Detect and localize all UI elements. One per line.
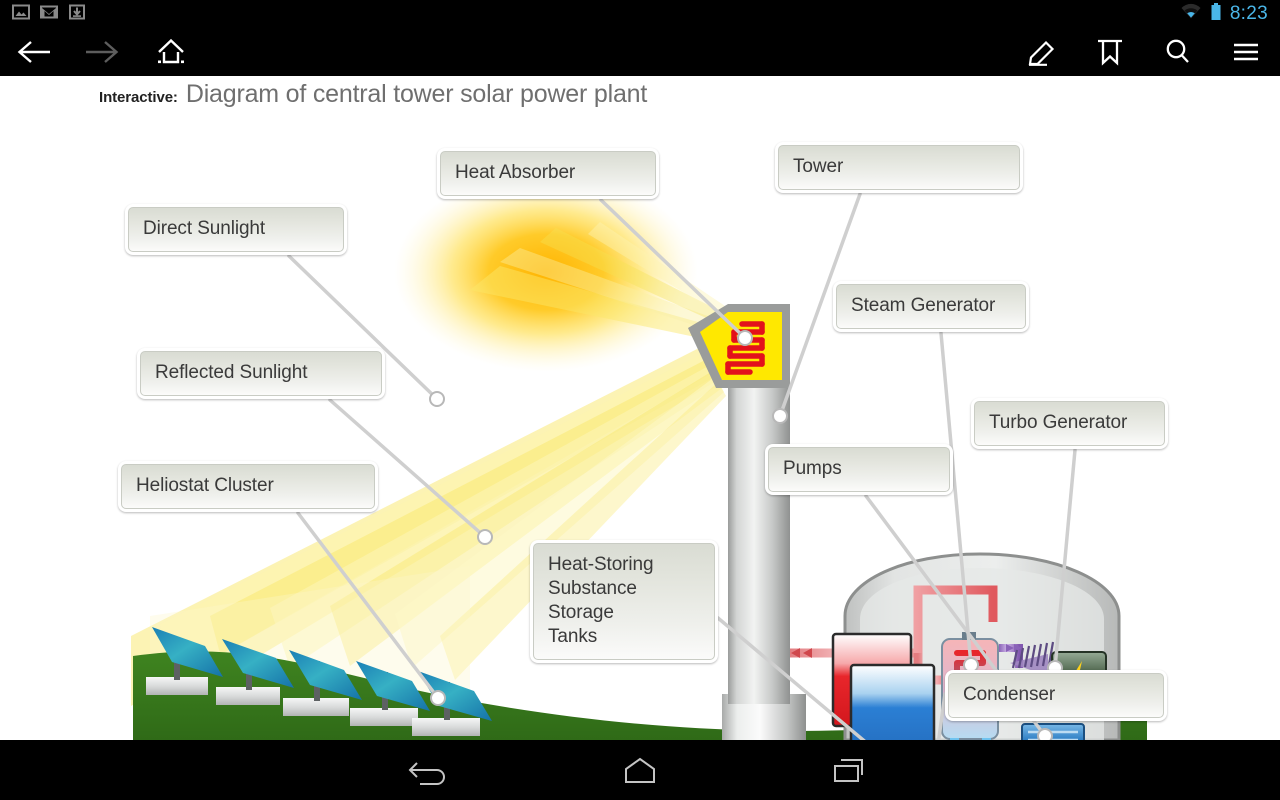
home-button[interactable] (136, 28, 206, 76)
endpoint-direct-sunlight (429, 391, 445, 407)
endpoint-heliostat (430, 690, 446, 706)
page-content: Interactive: Diagram of central tower so… (0, 76, 1280, 740)
callout-steam-generator[interactable]: Steam Generator (833, 281, 1029, 332)
endpoint-tower (772, 408, 788, 424)
back-button[interactable] (0, 28, 68, 76)
callout-tower-label: Tower (778, 145, 1020, 190)
gmail-icon (40, 3, 58, 26)
callout-heat-absorber[interactable]: Heat Absorber (437, 148, 659, 199)
endpoint-pumps (1037, 728, 1053, 740)
callout-heat-storing-tanks-label: Heat-Storing Substance Storage Tanks (533, 543, 715, 660)
callout-pumps[interactable]: Pumps (765, 444, 953, 495)
callout-pumps-label: Pumps (768, 447, 950, 492)
callout-turbo-generator[interactable]: Turbo Generator (971, 398, 1168, 449)
nav-home-button[interactable] (535, 740, 745, 800)
menu-button[interactable] (1212, 28, 1280, 76)
android-browser-screen: 8:23 Interactive: Diagram of central tow… (0, 0, 1280, 800)
callout-condenser[interactable]: Condenser (945, 670, 1167, 721)
wifi-icon (1180, 3, 1202, 26)
status-bar-system: 8:23 (1180, 2, 1280, 27)
callout-heat-absorber-label: Heat Absorber (440, 151, 656, 196)
bookmark-button[interactable] (1076, 28, 1144, 76)
android-navigation-bar (0, 740, 1280, 800)
gallery-icon (12, 3, 30, 26)
solar-plant-diagram[interactable]: Heat Absorber Tower Direct Sunlight Stea… (0, 76, 1280, 740)
callout-turbo-generator-label: Turbo Generator (974, 401, 1165, 446)
cold-storage-tank (849, 663, 936, 740)
callout-reflected-sunlight-label: Reflected Sunlight (140, 351, 382, 396)
condenser-unit (1021, 723, 1085, 740)
callout-heat-storing-tanks[interactable]: Heat-Storing Substance Storage Tanks (530, 540, 718, 663)
edit-button[interactable] (1008, 28, 1076, 76)
callout-heliostat-cluster[interactable]: Heliostat Cluster (118, 461, 378, 512)
browser-toolbar (0, 28, 1280, 76)
endpoint-reflected-sunlight (477, 529, 493, 545)
status-bar-clock: 8:23 (1229, 3, 1268, 24)
callout-tower[interactable]: Tower (775, 142, 1023, 193)
status-bar-notifications (0, 3, 86, 26)
callout-direct-sunlight[interactable]: Direct Sunlight (125, 204, 347, 255)
navigation-controls (0, 28, 206, 76)
nav-recents-button[interactable] (745, 740, 955, 800)
status-bar: 8:23 (0, 0, 1280, 28)
endpoint-heat-absorber (737, 330, 753, 346)
battery-icon (1210, 2, 1222, 27)
nav-back-button[interactable] (325, 740, 535, 800)
callout-steam-generator-label: Steam Generator (836, 284, 1026, 329)
download-icon (68, 3, 86, 26)
callout-reflected-sunlight[interactable]: Reflected Sunlight (137, 348, 385, 399)
forward-button[interactable] (68, 28, 136, 76)
search-button[interactable] (1144, 28, 1212, 76)
callout-heliostat-cluster-label: Heliostat Cluster (121, 464, 375, 509)
callout-direct-sunlight-label: Direct Sunlight (128, 207, 344, 252)
callout-condenser-label: Condenser (948, 673, 1164, 718)
toolbar-actions (1008, 28, 1280, 76)
